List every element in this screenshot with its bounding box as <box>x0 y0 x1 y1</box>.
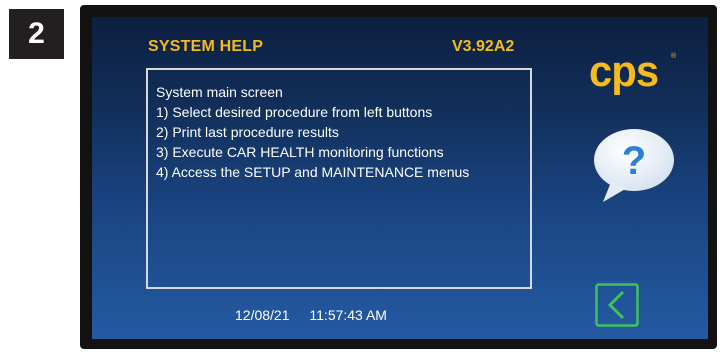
brand-logo: cps <box>589 47 659 96</box>
chevron-left-icon <box>595 283 639 327</box>
help-button[interactable]: ? <box>591 126 677 206</box>
step-number-badge: 2 <box>9 9 64 59</box>
status-time: 11:57:43 AM <box>309 307 387 323</box>
help-line: 3) Execute CAR HEALTH monitoring functio… <box>156 144 444 160</box>
help-text-panel: System main screen 1) Select desired pro… <box>146 68 532 289</box>
device-screen: SYSTEM HELP V3.92A2 System main screen 1… <box>92 17 708 339</box>
help-line: 2) Print last procedure results <box>156 124 339 140</box>
help-line: 4) Access the SETUP and MAINTENANCE menu… <box>156 164 470 180</box>
help-symbol: ? <box>622 139 646 183</box>
back-button[interactable] <box>595 283 639 327</box>
help-line: System main screen <box>156 84 283 100</box>
version-label: V3.92A2 <box>452 38 515 55</box>
status-date: 12/08/21 <box>235 307 290 323</box>
status-bar: 12/08/21 11:57:43 AM <box>235 307 387 323</box>
question-bubble-icon: ? <box>594 129 674 202</box>
help-line: 1) Select desired procedure from left bu… <box>156 104 433 120</box>
registered-mark: ® <box>671 53 677 60</box>
page-title: SYSTEM HELP <box>148 38 264 55</box>
